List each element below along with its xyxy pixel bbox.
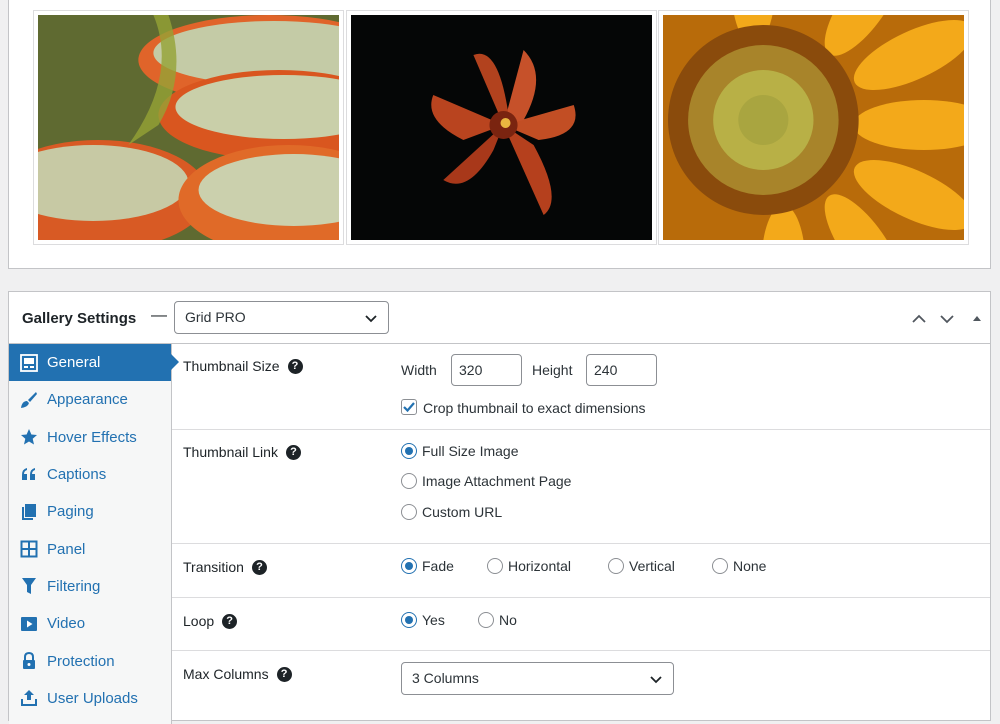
sidebar-item-label: Hover Effects <box>47 428 137 446</box>
crop-checkbox-label: Crop thumbnail to exact dimensions <box>423 400 646 416</box>
height-input[interactable]: 240 <box>586 354 657 386</box>
loop-label: Loop <box>183 613 215 629</box>
settings-title: Gallery Settings <box>22 310 137 327</box>
thumbnail-link-label: Thumbnail Link <box>183 444 278 460</box>
option-label: Custom URL <box>422 504 503 520</box>
sidebar-item-label: Filtering <box>47 577 101 595</box>
thumbnail-size-label-wrap: Thumbnail Size ? <box>183 358 303 374</box>
radio-image-attachment-page[interactable] <box>401 473 417 489</box>
option-label: Yes <box>422 612 445 628</box>
help-icon[interactable]: ? <box>251 559 267 575</box>
option-label: Horizontal <box>508 558 572 574</box>
setting-row-transition: Transition ? Fade Horizontal Vertical No… <box>172 544 990 598</box>
gallery-template-value: Grid PRO <box>185 309 246 325</box>
gallery-thumb[interactable] <box>658 10 969 245</box>
help-icon[interactable]: ? <box>285 444 301 460</box>
max-columns-select[interactable]: 3 Columns <box>401 662 674 695</box>
max-columns-value: 3 Columns <box>412 670 479 686</box>
filter-icon <box>19 576 39 596</box>
chevron-down-icon <box>365 315 377 323</box>
pages-icon <box>19 502 39 522</box>
panel-icon <box>19 539 39 559</box>
setting-row-thumbnail-size: Thumbnail Size ? Width 320 Height 240 Cr… <box>172 344 990 430</box>
sidebar-item-label: Captions <box>47 466 107 484</box>
gallery-thumb[interactable] <box>33 10 344 245</box>
width-input[interactable]: 320 <box>451 354 522 386</box>
star-icon <box>19 427 39 447</box>
move-up-icon[interactable] <box>909 309 929 329</box>
transition-label-wrap: Transition ? <box>183 559 267 575</box>
transition-label: Transition <box>183 559 244 575</box>
sidebar-item-label: Appearance <box>47 391 128 409</box>
quote-icon <box>19 465 39 485</box>
sidebar-item-captions[interactable]: Captions <box>9 456 171 493</box>
help-icon[interactable]: ? <box>276 666 292 682</box>
sidebar-item-hover-effects[interactable]: Hover Effects <box>9 419 171 456</box>
video-icon <box>19 614 39 634</box>
radio-none[interactable] <box>712 558 728 574</box>
checkmark-icon <box>403 402 415 413</box>
setting-row-thumbnail-link: Thumbnail Link ? Full Size Image Image A… <box>172 430 990 544</box>
max-columns-label-wrap: Max Columns ? <box>183 666 292 682</box>
radio-vertical[interactable] <box>608 558 624 574</box>
chevron-down-icon <box>650 676 662 684</box>
option-label: Full Size Image <box>422 443 519 459</box>
option-label: No <box>499 612 517 628</box>
brush-icon <box>19 390 39 410</box>
settings-header: Gallery Settings — Grid PRO <box>9 292 990 344</box>
setting-row-loop: Loop ? Yes No <box>172 598 990 651</box>
radio-yes[interactable] <box>401 612 417 628</box>
option-label: Vertical <box>629 558 675 574</box>
lily-pads-image <box>38 15 339 240</box>
option-label: None <box>733 558 767 574</box>
red-lily-image <box>351 15 652 240</box>
move-down-icon[interactable] <box>937 309 957 329</box>
sidebar-item-panel[interactable]: Panel <box>9 530 171 567</box>
sidebar-item-appearance[interactable]: Appearance <box>9 381 171 418</box>
radio-no[interactable] <box>478 612 494 628</box>
gallery-settings-panel: Gallery Settings — Grid PRO General Appe… <box>8 291 991 724</box>
sidebar-item-filtering[interactable]: Filtering <box>9 568 171 605</box>
sidebar-item-paging[interactable]: Paging <box>9 493 171 530</box>
settings-sidebar: General Appearance Hover Effects Caption… <box>9 344 179 724</box>
sunflower-image <box>663 15 964 240</box>
width-label: Width <box>401 362 437 378</box>
sidebar-item-label: Panel <box>47 540 86 558</box>
sidebar-item-video[interactable]: Video <box>9 605 171 642</box>
sidebar-item-protection[interactable]: Protection <box>9 642 171 679</box>
lock-icon <box>19 651 39 671</box>
radio-full-size-image[interactable] <box>401 443 417 459</box>
toggle-panel-icon[interactable] <box>967 309 987 329</box>
gallery-thumb[interactable] <box>346 10 657 245</box>
max-columns-label: Max Columns <box>183 666 269 682</box>
sidebar-item-label: User Uploads <box>47 689 138 707</box>
radio-fade[interactable] <box>401 558 417 574</box>
title-separator: — <box>151 307 167 324</box>
thumbnail-link-label-wrap: Thumbnail Link ? <box>183 444 301 460</box>
sidebar-item-user-uploads[interactable]: User Uploads <box>9 680 171 717</box>
help-icon[interactable]: ? <box>287 358 303 374</box>
loop-label-wrap: Loop ? <box>183 613 238 629</box>
help-icon[interactable]: ? <box>222 613 238 629</box>
upload-icon <box>19 688 39 708</box>
option-label: Image Attachment Page <box>422 473 572 489</box>
gallery-template-select[interactable]: Grid PRO <box>174 301 389 334</box>
sidebar-item-label: General <box>47 354 101 372</box>
sidebar-item-general[interactable]: General <box>9 344 179 382</box>
thumbnail-size-label: Thumbnail Size <box>183 358 280 374</box>
option-label: Fade <box>422 558 454 574</box>
height-label: Height <box>532 362 573 378</box>
crop-checkbox[interactable] <box>401 399 417 415</box>
radio-horizontal[interactable] <box>487 558 503 574</box>
sidebar-item-label: Protection <box>47 652 115 670</box>
sidebar-item-label: Video <box>47 615 86 633</box>
gallery-preview <box>8 0 991 269</box>
radio-custom-url[interactable] <box>401 504 417 520</box>
general-icon <box>19 353 39 373</box>
sidebar-item-label: Paging <box>47 503 94 521</box>
